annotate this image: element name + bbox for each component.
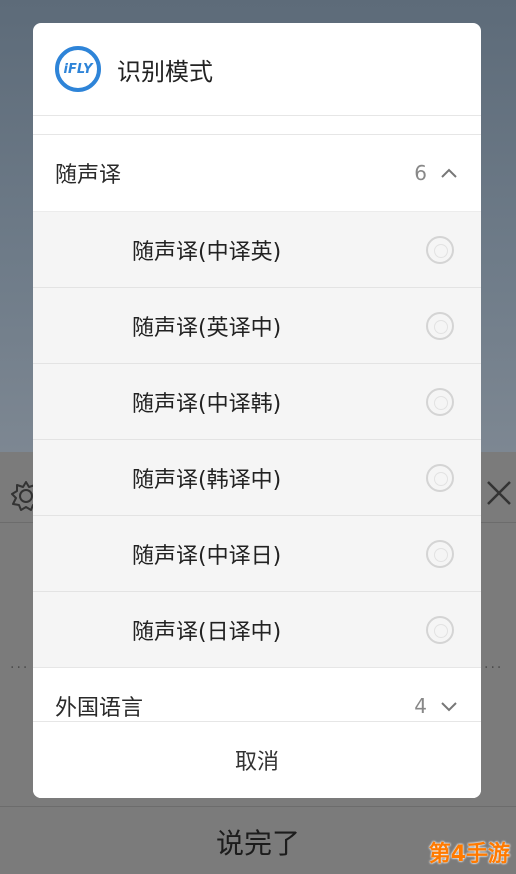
close-icon: [487, 481, 511, 505]
ellipsis-icon: ···: [484, 660, 504, 676]
watermark: 第4手游: [428, 842, 510, 867]
radio-button[interactable]: [426, 387, 454, 416]
group-items: 随声译(中译英) 随声译(英译中) 随声译(中译韩) 随声译(韩译中) 随声译(…: [33, 211, 481, 667]
option-label: 随声译(中译日): [132, 543, 282, 569]
option-item[interactable]: 随声译(韩译中): [33, 439, 481, 515]
ellipsis-icon: ···: [10, 660, 30, 676]
recognition-mode-dialog: iFLY 识别模式 随声译 6 随声译(中译英) 随声译(英译中) 随声译(中译…: [33, 23, 481, 798]
ifly-logo: iFLY: [55, 46, 101, 92]
divider: [0, 806, 516, 807]
option-item[interactable]: 随声译(中译韩): [33, 363, 481, 439]
group-header-suishengyi[interactable]: 随声译 6: [33, 135, 481, 211]
radio-button[interactable]: [426, 235, 454, 264]
option-label: 随声译(中译英): [132, 239, 282, 265]
dialog-header: iFLY 识别模式: [33, 23, 481, 115]
cancel-label: 取消: [234, 750, 279, 775]
dialog-title: 识别模式: [117, 57, 213, 86]
radio-button[interactable]: [426, 311, 454, 340]
option-item[interactable]: 随声译(日译中): [33, 591, 481, 667]
group-label: 外国语言: [55, 696, 144, 721]
group-count: 4: [414, 694, 427, 718]
option-item[interactable]: 随声译(中译英): [33, 211, 481, 287]
group-label: 随声译: [55, 163, 122, 188]
option-label: 随声译(日译中): [132, 619, 282, 645]
radio-button[interactable]: [426, 463, 454, 492]
option-label: 随声译(韩译中): [132, 467, 282, 493]
group-count: 6: [414, 161, 427, 185]
radio-button[interactable]: [426, 615, 454, 644]
option-label: 随声译(英译中): [132, 315, 282, 341]
chevron-up-icon: [441, 168, 457, 178]
chevron-down-icon: [441, 702, 457, 712]
logo-text: iFLY: [63, 61, 93, 77]
option-item[interactable]: 随声译(英译中): [33, 287, 481, 363]
cancel-button[interactable]: 取消: [33, 721, 481, 798]
radio-button[interactable]: [426, 539, 454, 568]
option-label: 随声译(中译韩): [132, 391, 282, 417]
option-item[interactable]: 随声译(中译日): [33, 515, 481, 591]
